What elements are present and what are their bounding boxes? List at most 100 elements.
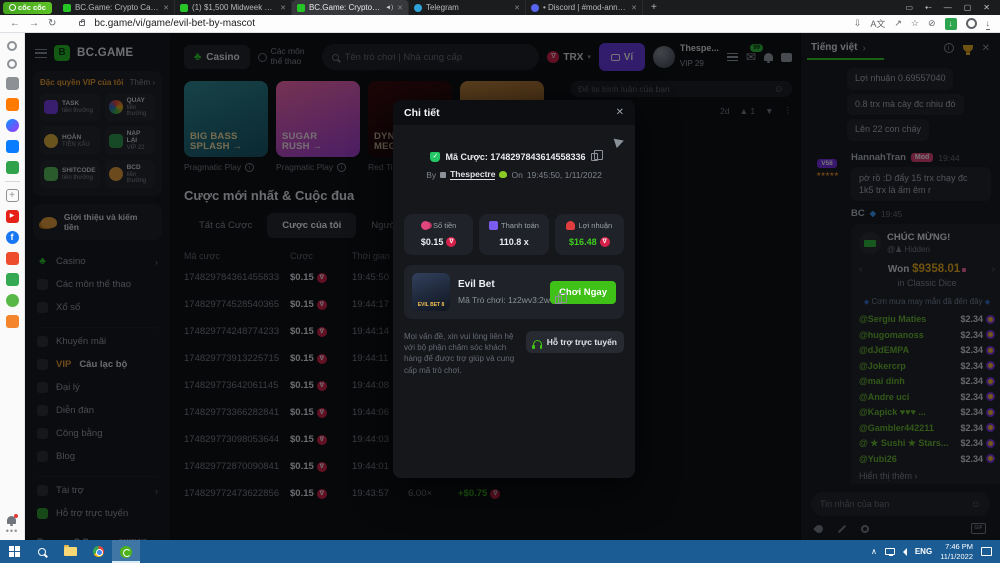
cast-icon[interactable]: ▭ [905, 3, 913, 12]
profile-avatar-icon[interactable] [966, 18, 977, 29]
stat-value: $0.15 [421, 237, 444, 247]
notifications-bell-icon[interactable] [7, 516, 16, 524]
modal-title: Chi tiết [404, 107, 440, 119]
reopen-tab-icon[interactable]: ⇠ [925, 3, 932, 12]
stat-value: $16.48 [569, 237, 597, 247]
coccoc-taskbar-icon[interactable] [112, 540, 140, 563]
shop-icon[interactable] [6, 273, 19, 286]
url-text[interactable]: bc.game/vi/game/evil-bet-by-mascot [94, 18, 844, 29]
share-icon[interactable] [614, 136, 626, 148]
minimize-button[interactable]: — [944, 3, 952, 12]
padlock-icon[interactable] [79, 21, 85, 26]
support-text: Mọi vấn đề, xin vui lòng liên hệ với bộ … [404, 331, 518, 376]
add-shortcut-icon[interactable]: + [6, 189, 19, 202]
share-icon[interactable]: ↗ [894, 18, 902, 29]
volume-icon[interactable] [903, 548, 907, 556]
browser-tab[interactable]: (1) $1,500 Midweek Mascot ◄) ✕ [175, 0, 292, 15]
download-button[interactable]: ↓ [945, 18, 957, 30]
coccoc-logo-icon [9, 4, 16, 11]
toolbar-icons: ⇩ A文 ↗ ☆ ⊘ ↓ ↓ [854, 17, 990, 30]
trx-coin-icon [600, 237, 610, 247]
game-thumb-label: EVIL BET 8 [412, 302, 450, 308]
file-explorer-icon[interactable] [56, 540, 84, 563]
verified-shield-icon [430, 152, 440, 162]
divider[interactable] [5, 181, 20, 182]
language-indicator[interactable]: ENG [915, 547, 932, 556]
modal-close-icon[interactable]: ✕ [616, 107, 624, 118]
bcgame-site: B BC.GAME Đặc quyền VIP của tôi Thêm › T… [25, 33, 1000, 540]
game-thumbnail[interactable]: EVIL BET 8 [412, 273, 450, 311]
tab-favicon [414, 4, 422, 12]
game-code-label: Mã Trò chơi: [458, 295, 506, 305]
zalo-icon[interactable] [6, 140, 19, 153]
translate-icon[interactable]: A文 [870, 17, 885, 30]
forward-icon[interactable]: → [29, 18, 39, 29]
stat-icon [489, 221, 498, 230]
bettor-name[interactable]: Thespectre [450, 169, 495, 180]
game-title: Evil Bet [458, 279, 542, 290]
downloads-tray-icon[interactable]: ↓ [986, 18, 991, 30]
shopee-icon[interactable] [6, 252, 19, 265]
tab-close-icon[interactable]: ✕ [514, 4, 520, 12]
history-icon[interactable] [7, 59, 17, 69]
browser-tab[interactable]: Telegram ◄) ✕ [409, 0, 526, 15]
headset-icon [533, 340, 542, 346]
coccoc-crown-icon[interactable] [6, 98, 19, 111]
adblock-icon[interactable]: ⊘ [928, 18, 936, 29]
taskbar-search-icon[interactable] [28, 540, 56, 563]
stat-box: Số tiền $0.15 [404, 214, 473, 255]
stat-icon [421, 221, 430, 230]
stat-label: Số tiền [433, 221, 456, 230]
back-icon[interactable]: ← [10, 18, 20, 29]
browser-tab[interactable]: • Discord | #mod-announc ◄) ✕ [526, 0, 643, 15]
tab-audio-icon[interactable]: ◄) [385, 5, 393, 11]
tab-close-icon[interactable]: ✕ [280, 4, 286, 12]
more-icon[interactable]: ••• [6, 526, 18, 536]
copy-icon[interactable] [555, 296, 562, 304]
chrome-icon[interactable] [84, 540, 112, 563]
by-label: By [426, 170, 436, 180]
messenger-icon[interactable] [6, 119, 19, 132]
tab-favicon [531, 4, 539, 12]
copy-icon[interactable] [591, 153, 598, 161]
clock[interactable]: 7:46 PM11/1/2022 [940, 542, 973, 561]
facebook-icon[interactable]: f [6, 231, 19, 244]
support-button[interactable]: Hỗ trợ trực tuyến [526, 331, 624, 353]
settings-icon[interactable] [7, 41, 17, 51]
cart-icon[interactable] [6, 315, 19, 328]
start-button[interactable] [0, 540, 28, 563]
close-button[interactable]: ✕ [983, 3, 990, 12]
tab-close-icon[interactable]: ✕ [631, 4, 637, 12]
browser-tab[interactable]: BC.Game: Crypto Casino Gan ◄) ✕ [58, 0, 175, 15]
bookmark-star-icon[interactable]: ☆ [911, 18, 919, 29]
tab-close-icon[interactable]: ✕ [397, 4, 403, 12]
youtube-icon[interactable]: ▶ [6, 210, 19, 223]
on-label: On [511, 170, 522, 180]
tab-title: (1) $1,500 Midweek Mascot [192, 3, 276, 12]
coccoc-menu-button[interactable]: cốc cốc [3, 2, 52, 14]
promo-icon[interactable] [6, 294, 19, 307]
hat-icon [440, 172, 446, 178]
stat-box: Thanh toán 110.8 x [479, 214, 548, 255]
save-page-icon[interactable]: ⇩ [854, 18, 862, 29]
maximize-button[interactable]: ▢ [964, 3, 972, 12]
tab-strip: cốc cốc BC.Game: Crypto Casino Gan ◄) ✕ … [0, 0, 1000, 15]
reload-icon[interactable]: ↻ [48, 18, 56, 29]
support-button-label: Hỗ trợ trực tuyến [547, 337, 617, 347]
address-bar: ← → ↻ bc.game/vi/game/evil-bet-by-mascot… [0, 15, 1000, 33]
browser-tab[interactable]: BC.Game: Crypto Casino ◄) ✕ [292, 0, 409, 15]
window-controls: ▭ ⇠ — ▢ ✕ [905, 3, 1000, 12]
action-center-icon[interactable] [981, 547, 992, 556]
games-icon[interactable] [6, 161, 19, 174]
new-tab-button[interactable]: + [643, 2, 665, 13]
stat-box: Lợi nhuận $16.48 [555, 214, 624, 255]
screen: cốc cốc BC.Game: Crypto Casino Gan ◄) ✕ … [0, 0, 1000, 563]
tray-expand-icon[interactable]: ∧ [871, 547, 877, 556]
tab-close-icon[interactable]: ✕ [163, 4, 169, 12]
network-icon[interactable] [885, 548, 895, 555]
bet-id-label: Mã Cược: [445, 152, 487, 162]
tab-title: • Discord | #mod-announc [543, 3, 627, 12]
reading-list-icon[interactable] [6, 77, 19, 90]
tab-favicon [63, 4, 71, 12]
stat-icon [566, 221, 575, 230]
